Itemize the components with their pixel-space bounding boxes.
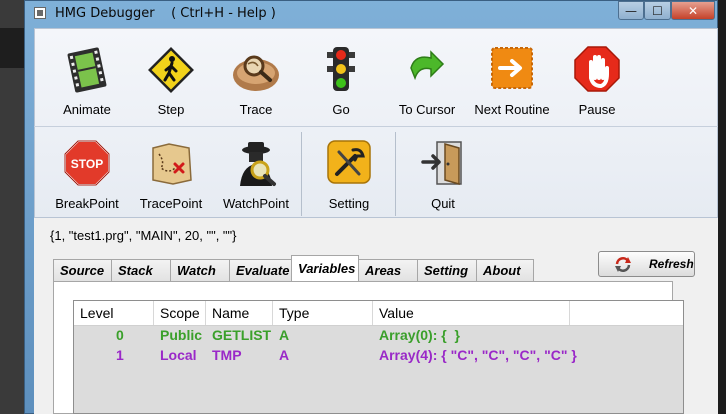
quit-button[interactable]: Quit	[400, 138, 486, 218]
setting-label: Setting	[328, 196, 370, 211]
row-type: A	[279, 347, 290, 363]
maximize-button[interactable]: ☐	[644, 1, 671, 20]
stop-sign-icon: STOP	[64, 140, 110, 186]
to-cursor-label: To Cursor	[398, 102, 456, 117]
refresh-label: Refresh	[649, 257, 694, 271]
row-name: GETLIST	[212, 327, 272, 343]
row-type: A	[279, 327, 290, 343]
traffic-light-icon	[327, 47, 355, 91]
spy-icon	[240, 142, 276, 186]
trace-label: Trace	[239, 102, 273, 117]
row-value: Array(0): { }	[379, 327, 460, 343]
stop-hand-icon	[574, 46, 620, 92]
animate-label: Animate	[63, 102, 111, 117]
tab-areas[interactable]: Areas	[358, 259, 418, 281]
watchpoint-label: WatchPoint	[223, 196, 289, 211]
table-row[interactable]: 0 Public GETLIST A Array(0): { }	[74, 325, 683, 345]
tab-evaluate[interactable]: Evaluate	[229, 259, 292, 281]
walking-sign-icon	[148, 47, 194, 93]
refresh-button[interactable]: Refresh	[598, 251, 695, 277]
close-button[interactable]: ✕	[671, 1, 715, 20]
trace-button[interactable]: Trace	[213, 44, 299, 124]
row-scope: Local	[160, 347, 197, 363]
row-name: TMP	[212, 347, 242, 363]
current-location-text: {1, "test1.prg", "MAIN", 20, "", ""}	[50, 228, 237, 243]
toolbar-row-separator	[34, 126, 718, 127]
row-level: 0	[116, 327, 124, 343]
tab-stack[interactable]: Stack	[111, 259, 171, 281]
tracepoint-label: TracePoint	[139, 196, 203, 211]
magnifier-rock-icon	[233, 55, 279, 91]
column-scope[interactable]: Scope	[154, 301, 206, 325]
to-cursor-button[interactable]: To Cursor	[384, 44, 470, 124]
window-title: HMG Debugger ( Ctrl+H - Help )	[55, 6, 276, 21]
tab-setting[interactable]: Setting	[417, 259, 477, 281]
table-row[interactable]: 1 Local TMP A Array(4): { "C", "C", "C",…	[74, 345, 683, 365]
svg-text:STOP: STOP	[71, 157, 103, 171]
go-button[interactable]: Go	[298, 44, 384, 124]
breakpoint-button[interactable]: STOP BreakPoint	[44, 138, 130, 218]
breakpoint-label: BreakPoint	[55, 196, 119, 211]
minimize-button[interactable]: —	[618, 1, 644, 20]
step-label: Step	[157, 102, 185, 117]
column-name[interactable]: Name	[206, 301, 273, 325]
step-button[interactable]: Step	[128, 44, 214, 124]
tools-icon	[327, 140, 371, 184]
row-scope: Public	[160, 327, 203, 343]
next-routine-label: Next Routine	[474, 102, 550, 117]
refresh-icon	[615, 257, 631, 272]
green-arrow-icon	[410, 50, 445, 81]
setting-button[interactable]: Setting	[306, 138, 392, 218]
watchpoint-button[interactable]: WatchPoint	[213, 138, 299, 218]
column-value[interactable]: Value	[373, 301, 570, 325]
go-label: Go	[332, 102, 350, 117]
orange-arrow-icon	[491, 47, 533, 89]
exit-door-icon	[421, 141, 462, 185]
row-value: Array(4): { "C", "C", "C", "C" }	[379, 347, 577, 363]
tab-about[interactable]: About	[476, 259, 534, 281]
tracepoint-button[interactable]: TracePoint	[128, 138, 214, 218]
column-type[interactable]: Type	[273, 301, 373, 325]
column-level[interactable]: Level	[74, 301, 154, 325]
tab-variables[interactable]: Variables	[291, 255, 359, 281]
treasure-map-icon	[152, 143, 192, 185]
animate-button[interactable]: Animate	[44, 44, 130, 124]
tab-watch[interactable]: Watch	[170, 259, 230, 281]
tab-source[interactable]: Source	[53, 259, 112, 281]
film-icon	[67, 47, 107, 93]
next-routine-button[interactable]: Next Routine	[469, 44, 555, 124]
tab-bar: Source Stack Watch Evaluate Variables Ar…	[53, 255, 534, 281]
toolbar-separator-1	[301, 132, 302, 216]
toolbar-separator-2	[395, 132, 396, 216]
row-level: 1	[116, 347, 124, 363]
quit-label: Quit	[431, 196, 455, 211]
app-icon	[34, 7, 46, 19]
pause-button[interactable]: Pause	[554, 44, 640, 124]
pause-label: Pause	[578, 102, 616, 117]
